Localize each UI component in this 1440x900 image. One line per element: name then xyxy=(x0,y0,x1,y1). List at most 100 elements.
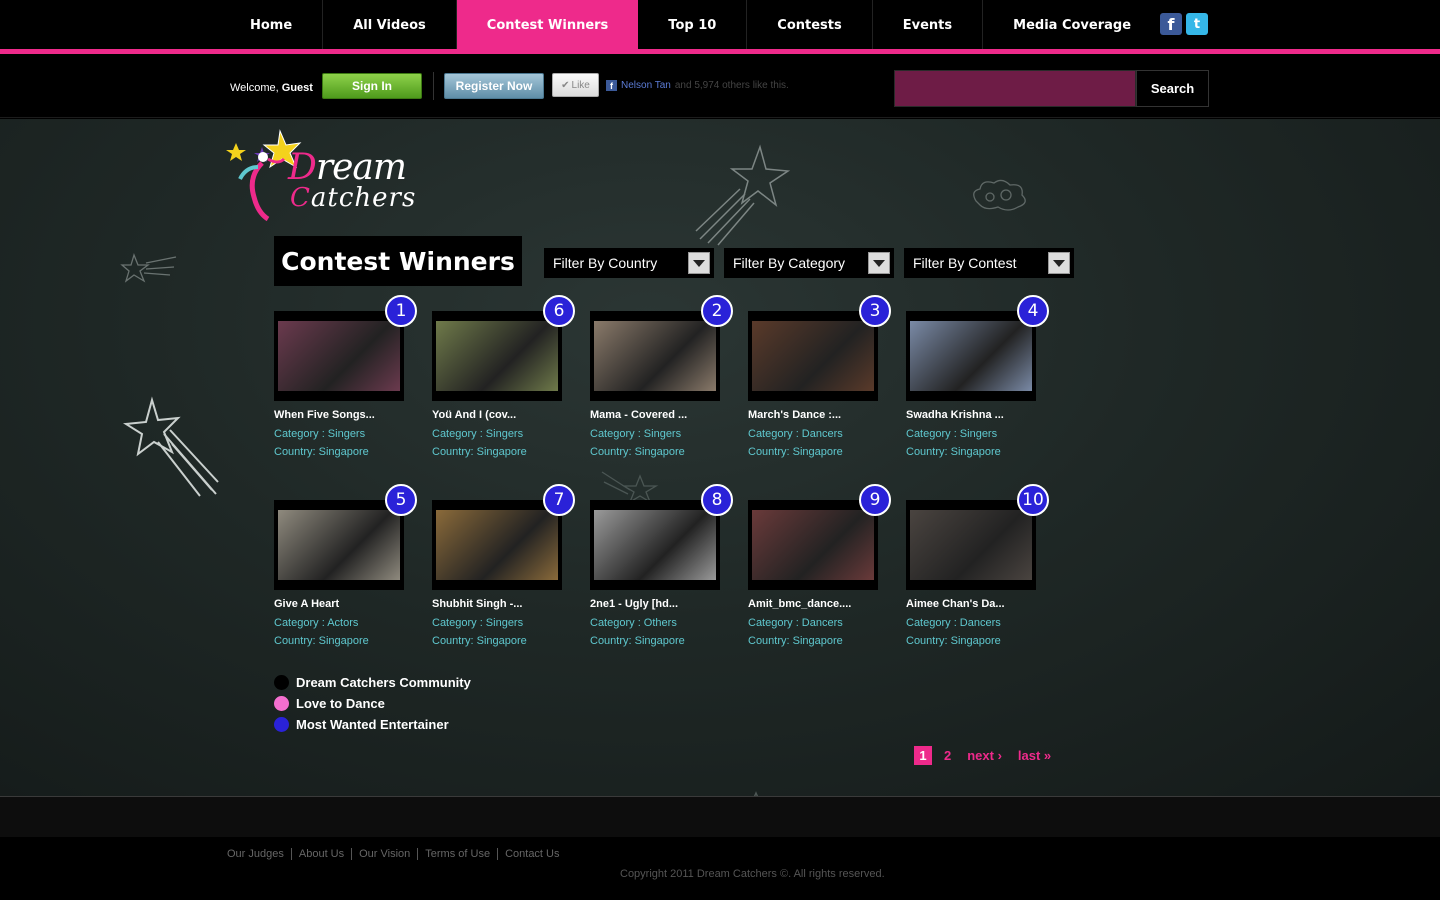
video-card[interactable]: 6 Yoü And I (cov... Category : Singers Coun… xyxy=(432,295,575,471)
last-page-link[interactable]: last » xyxy=(1018,748,1051,763)
like-user-link[interactable]: Nelson Tan xyxy=(621,80,671,91)
video-category: Category : Singers xyxy=(274,428,366,440)
video-thumbnail-image xyxy=(594,510,716,580)
nav-item-all-videos[interactable]: All Videos xyxy=(323,0,457,50)
video-thumbnail[interactable] xyxy=(274,311,404,401)
video-thumbnail[interactable] xyxy=(432,311,562,401)
video-card[interactable]: 9 Amit_bmc_dance.... Category : Dancers Cou… xyxy=(748,484,891,660)
video-thumbnail-image xyxy=(910,510,1032,580)
video-thumbnail[interactable] xyxy=(590,500,720,590)
like-count-text: and 5,974 others like this. xyxy=(674,80,789,91)
video-thumbnail[interactable] xyxy=(906,500,1036,590)
video-category: Category : Singers xyxy=(432,617,524,629)
twitter-icon[interactable]: t xyxy=(1186,13,1208,35)
page-title: Contest Winners xyxy=(274,236,522,286)
facebook-like-button[interactable]: ✔ Like xyxy=(552,73,599,97)
video-thumbnail-image xyxy=(594,321,716,391)
video-title[interactable]: When Five Songs... xyxy=(274,409,375,421)
filter-contest-label: Filter By Contest xyxy=(913,255,1017,271)
legend-item: Love to Dance xyxy=(274,693,471,714)
video-category: Category : Dancers xyxy=(906,617,1001,629)
video-thumbnail[interactable] xyxy=(274,500,404,590)
rank-badge: 10 xyxy=(1017,484,1049,516)
video-country: Country: Singapore xyxy=(274,635,369,647)
video-thumbnail[interactable] xyxy=(748,311,878,401)
legend-label: Love to Dance xyxy=(296,696,385,711)
chevron-down-icon[interactable] xyxy=(688,252,710,274)
contest-legend: Dream Catchers Community Love to Dance M… xyxy=(274,672,471,735)
filter-by-country-select[interactable]: Filter By Country xyxy=(544,248,714,278)
video-category: Category : Actors xyxy=(274,617,359,629)
video-title[interactable]: Yoü And I (cov... xyxy=(432,409,516,421)
video-card[interactable]: 4 Swadha Krishna ... Category : Singers Cou… xyxy=(906,295,1049,471)
video-thumbnail[interactable] xyxy=(590,311,720,401)
video-country: Country: Singapore xyxy=(590,446,685,458)
logo-initial-c: C xyxy=(290,183,311,213)
video-thumbnail[interactable] xyxy=(432,500,562,590)
nav-item-contest-winners[interactable]: Contest Winners xyxy=(456,0,639,50)
chevron-down-icon[interactable] xyxy=(868,252,890,274)
like-button-label: Like xyxy=(571,79,590,91)
video-thumbnail[interactable] xyxy=(748,500,878,590)
footer-link-contact-us[interactable]: Contact Us xyxy=(498,848,566,860)
next-page-link[interactable]: next › xyxy=(967,748,1002,763)
filter-by-contest-select[interactable]: Filter By Contest xyxy=(904,248,1074,278)
video-title[interactable]: March's Dance :... xyxy=(748,409,841,421)
small-star-doodle-icon xyxy=(120,253,177,283)
legend-dot-icon xyxy=(274,696,289,711)
video-title[interactable]: 2ne1 - Ugly [hd... xyxy=(590,598,678,610)
divider xyxy=(433,72,434,100)
nav-item-top-10[interactable]: Top 10 xyxy=(638,0,748,50)
video-card[interactable]: 5 Give A Heart Category : Actors Country: S… xyxy=(274,484,417,660)
page-2-link[interactable]: 2 xyxy=(944,748,951,763)
video-title[interactable]: Swadha Krishna ... xyxy=(906,409,1004,421)
nav-item-home[interactable]: Home xyxy=(220,0,324,50)
register-now-button[interactable]: Register Now xyxy=(444,73,544,99)
video-card[interactable]: 8 2ne1 - Ugly [hd... Category : Others Coun… xyxy=(590,484,733,660)
video-thumbnail-image xyxy=(436,510,558,580)
welcome-prefix: Welcome, xyxy=(230,82,279,94)
nav-item-contests[interactable]: Contests xyxy=(747,0,873,50)
nav-item-media-coverage[interactable]: Media Coverage xyxy=(983,0,1161,50)
bottom-star-doodle-icon xyxy=(753,791,759,796)
video-card[interactable]: 3 March's Dance :... Category : Dancers Cou… xyxy=(748,295,891,471)
search-input[interactable] xyxy=(894,70,1136,107)
filter-by-category-select[interactable]: Filter By Category xyxy=(724,248,894,278)
logo-text-catchers: Catchers xyxy=(290,183,416,213)
rank-badge: 3 xyxy=(859,295,891,327)
nav-item-events[interactable]: Events xyxy=(873,0,984,50)
video-card[interactable]: 2 Mama - Covered ... Category : Singers Cou… xyxy=(590,295,733,471)
shooting-star-doodle-icon xyxy=(695,144,791,246)
video-card[interactable]: 1 When Five Songs... Category : Singers Cou… xyxy=(274,295,417,471)
sign-in-button[interactable]: Sign In xyxy=(322,73,422,99)
video-card[interactable]: 7 Shubhit Singh -... Category : Singers Cou… xyxy=(432,484,575,660)
legend-label: Most Wanted Entertainer xyxy=(296,717,449,732)
like-social-context: f Nelson Tan and 5,974 others like this. xyxy=(606,80,789,91)
video-thumbnail-image xyxy=(910,321,1032,391)
video-title[interactable]: Aimee Chan's Da... xyxy=(906,598,1005,610)
rank-badge: 7 xyxy=(543,484,575,516)
footer-link-our-vision[interactable]: Our Vision xyxy=(352,848,419,860)
video-thumbnail-image xyxy=(752,510,874,580)
video-card[interactable]: 10 Aimee Chan's Da... Category : Dancers Co… xyxy=(906,484,1049,660)
search-button[interactable]: Search xyxy=(1136,70,1209,107)
video-title[interactable]: Shubhit Singh -... xyxy=(432,598,522,610)
welcome-message: Welcome, Guest xyxy=(230,82,313,94)
footer-link-terms-of-use[interactable]: Terms of Use xyxy=(418,848,499,860)
facebook-icon[interactable]: f xyxy=(1160,13,1182,35)
logo-text-dream: Dream xyxy=(288,147,407,188)
video-category: Category : Singers xyxy=(906,428,998,440)
rank-badge: 4 xyxy=(1017,295,1049,327)
footer-link-about-us[interactable]: About Us xyxy=(292,848,353,860)
rank-badge: 2 xyxy=(701,295,733,327)
chevron-down-icon[interactable] xyxy=(1048,252,1070,274)
legend-label: Dream Catchers Community xyxy=(296,675,471,690)
user-bar: Welcome, Guest Sign In Register Now ✔ Li… xyxy=(0,54,1440,118)
video-title[interactable]: Mama - Covered ... xyxy=(590,409,687,421)
footer-link-our-judges[interactable]: Our Judges xyxy=(227,848,292,860)
video-title[interactable]: Amit_bmc_dance.... xyxy=(748,598,851,610)
video-title[interactable]: Give A Heart xyxy=(274,598,339,610)
video-country: Country: Singapore xyxy=(590,635,685,647)
page-1-link[interactable]: 1 xyxy=(914,746,932,765)
video-thumbnail[interactable] xyxy=(906,311,1036,401)
